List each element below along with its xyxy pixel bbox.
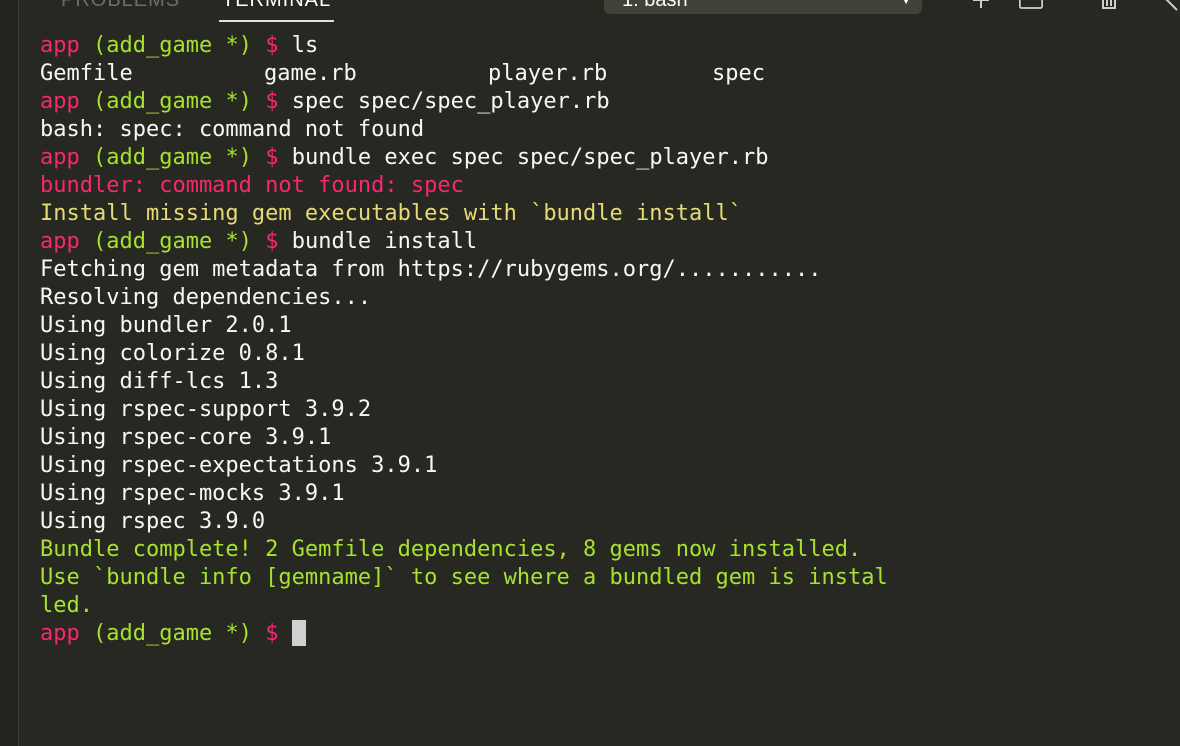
prompt-app: app <box>40 621 80 646</box>
command-text: bundle install <box>291 229 478 254</box>
prompt-app: app <box>40 33 80 58</box>
tab-problems[interactable]: PROBLEMS <box>61 0 180 20</box>
text-cursor <box>291 619 306 646</box>
output-line: Using rspec-core 3.9.1 <box>40 424 1180 452</box>
prompt-branch: (add_game *) <box>93 89 252 114</box>
prompt-app: app <box>40 145 80 170</box>
prompt-line: app (add_game *) $ bundle install <box>40 228 1180 256</box>
output-text: Using rspec-expectations 3.9.1 <box>40 453 438 478</box>
output-text: Fetching gem metadata from https://rubyg… <box>40 257 822 282</box>
output-line: Using rspec-expectations 3.9.1 <box>40 452 1180 480</box>
file-entry: game.rb <box>264 61 357 86</box>
output-text: Using rspec-core 3.9.1 <box>40 425 332 450</box>
output-text: Using diff-lcs 1.3 <box>40 369 279 394</box>
tab-terminal[interactable]: TERMINAL <box>219 0 335 22</box>
plus-icon[interactable] <box>969 0 993 12</box>
prompt-line: app (add_game *) $ spec spec/spec_player… <box>40 88 1180 116</box>
prompt-branch: (add_game *) <box>93 145 252 170</box>
chevron-icon[interactable] <box>1157 0 1180 12</box>
prompt-app: app <box>40 89 80 114</box>
output-line: Using rspec-support 3.9.2 <box>40 396 1180 424</box>
file-entry: Gemfile <box>40 61 133 86</box>
command-text: spec spec/spec_player.rb <box>291 89 610 114</box>
terminal-select[interactable]: 1: bash ▼ <box>604 0 922 14</box>
ls-output: Gemfile game.rb player.rb spec <box>40 60 1180 88</box>
warning-text: Install missing gem executables with `bu… <box>40 201 742 226</box>
output-line: Using colorize 0.8.1 <box>40 340 1180 368</box>
terminal-output[interactable]: app (add_game *) $ ls Gemfile game.rb playe… <box>40 32 1180 746</box>
trash-icon[interactable] <box>1097 0 1121 12</box>
output-line: Using rspec-mocks 3.9.1 <box>40 480 1180 508</box>
output-line: Using diff-lcs 1.3 <box>40 368 1180 396</box>
activity-bar <box>0 0 19 746</box>
warning-line: Install missing gem executables with `bu… <box>40 200 1180 228</box>
prompt-symbol: $ <box>265 621 279 646</box>
success-line: led. <box>40 592 1180 620</box>
prompt-line: app (add_game *) $ ls <box>40 32 1180 60</box>
prompt-line: app (add_game *) $ bundle exec spec spec… <box>40 144 1180 172</box>
output-text: Using bundler 2.0.1 <box>40 313 292 338</box>
file-entry: spec <box>712 61 765 86</box>
output-text: Using rspec-mocks 3.9.1 <box>40 481 345 506</box>
output-line: Fetching gem metadata from https://rubyg… <box>40 256 1180 284</box>
prompt-branch: (add_game *) <box>93 33 252 58</box>
command-text: bundle exec spec spec/spec_player.rb <box>291 145 769 170</box>
prompt-symbol: $ <box>265 89 279 114</box>
success-text: Use `bundle info [gemname]` to see where… <box>40 565 888 590</box>
prompt-symbol: $ <box>265 145 279 170</box>
success-line: Bundle complete! 2 Gemfile dependencies,… <box>40 536 1180 564</box>
output-line: bash: spec: command not found <box>40 116 1180 144</box>
command-text: ls <box>291 33 319 58</box>
output-text: Resolving dependencies... <box>40 285 372 310</box>
output-text: Using rspec-support 3.9.2 <box>40 397 372 422</box>
success-text: Bundle complete! 2 Gemfile dependencies,… <box>40 537 862 562</box>
file-entry: player.rb <box>488 61 608 86</box>
prompt-symbol: $ <box>265 33 279 58</box>
output-line: Using bundler 2.0.1 <box>40 312 1180 340</box>
output-text: Using rspec 3.9.0 <box>40 509 266 534</box>
panel-tab-bar: PROBLEMS TERMINAL 1: bash ▼ <box>19 0 1180 24</box>
error-text: bundler: command not found: spec <box>40 173 464 198</box>
success-text: led. <box>40 593 93 618</box>
output-line: Using rspec 3.9.0 <box>40 508 1180 536</box>
output-text: bash: spec: command not found <box>40 117 425 142</box>
split-icon[interactable] <box>1019 0 1043 12</box>
prompt-line: app (add_game *) $ <box>40 619 1180 648</box>
output-text: Using colorize 0.8.1 <box>40 341 305 366</box>
success-line: Use `bundle info [gemname]` to see where… <box>40 564 1180 592</box>
prompt-symbol: $ <box>265 229 279 254</box>
prompt-app: app <box>40 229 80 254</box>
error-line: bundler: command not found: spec <box>40 172 1180 200</box>
prompt-branch: (add_game *) <box>93 621 252 646</box>
chevron-down-icon: ▼ <box>900 0 912 7</box>
terminal-select-value: 1: bash <box>622 0 688 11</box>
output-line: Resolving dependencies... <box>40 284 1180 312</box>
prompt-branch: (add_game *) <box>93 229 252 254</box>
